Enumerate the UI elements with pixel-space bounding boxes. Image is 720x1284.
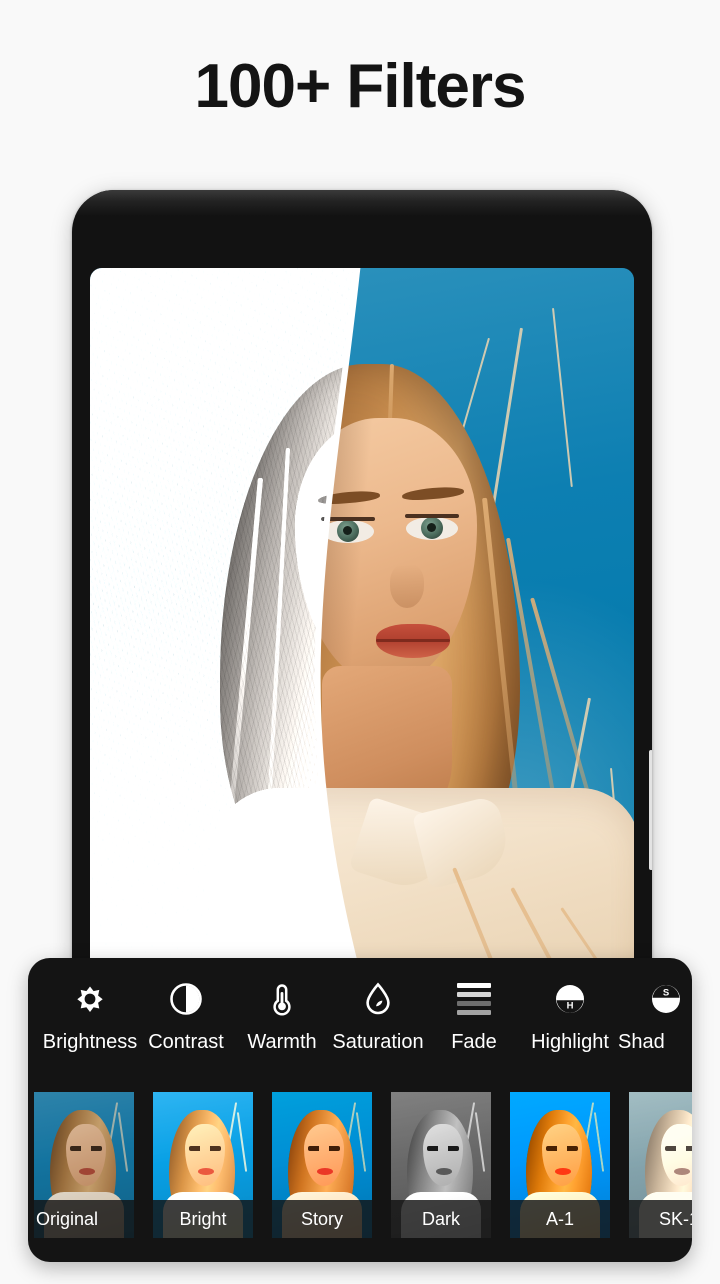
filter-thumb-story[interactable]: Story [272,1092,372,1238]
tool-brightness[interactable]: Brightness [42,980,138,1054]
filter-thumb-bright[interactable]: Bright [153,1092,253,1238]
tool-label: Fade [451,1031,497,1053]
filter-thumb-sk1[interactable]: SK-1 [629,1092,692,1238]
highlight-glyph: H [567,1000,574,1011]
lip-line [376,639,450,642]
filter-thumb-dark[interactable]: Dark [391,1092,491,1238]
tool-contrast[interactable]: Contrast [138,980,234,1054]
nose [390,564,424,608]
fade-bars-icon [455,980,493,1018]
droplet-icon [359,980,397,1018]
editing-panel: Brightness Contrast Warmth Saturation Fa… [28,958,692,1262]
filter-thumb-a1[interactable]: A-1 [510,1092,610,1238]
filter-label: Story [272,1200,372,1238]
tool-saturation[interactable]: Saturation [330,980,426,1054]
tool-label: Shad [618,1031,665,1053]
filter-label: Bright [153,1200,253,1238]
highlight-icon: H [551,980,589,1018]
tool-fade[interactable]: Fade [426,980,522,1054]
tool-highlight[interactable]: H Highlight [522,980,618,1054]
tool-label: Contrast [148,1031,224,1053]
phone-bezel-highlight [72,190,652,216]
thermometer-icon [263,980,301,1018]
tool-label: Saturation [332,1031,424,1053]
shadow-icon: S [647,980,685,1018]
page-title: 100+ Filters [194,52,527,121]
tool-label: Brightness [42,1031,138,1053]
filter-label: SK-1 [629,1200,692,1238]
filter-label: Dark [391,1200,491,1238]
brightness-icon [71,980,109,1018]
filter-thumb-original[interactable]: Original [34,1092,134,1238]
filter-strip[interactable]: Original Bright Story Dark A-1 SK- [28,1092,692,1242]
power-button[interactable] [649,750,652,870]
filter-label: Original [34,1200,134,1238]
tool-shadow[interactable]: S Shad [618,980,692,1054]
filter-label: A-1 [510,1200,610,1238]
contrast-icon [167,980,205,1018]
adjustment-toolbar: Brightness Contrast Warmth Saturation Fa… [28,958,692,1054]
tool-warmth[interactable]: Warmth [234,980,330,1054]
tool-label: Highlight [531,1031,609,1053]
shadow-glyph: S [663,988,669,999]
tool-label: Warmth [247,1031,317,1053]
